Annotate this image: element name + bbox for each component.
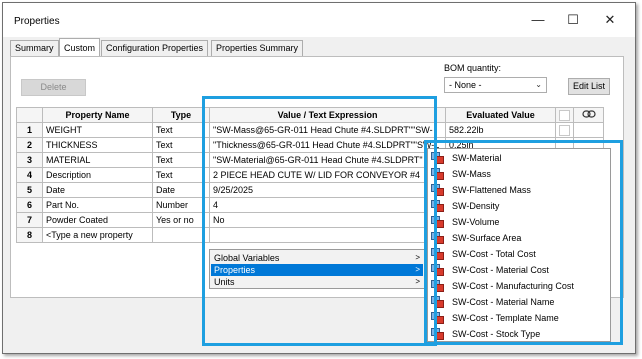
chevron-down-icon: ⌄ [535, 80, 542, 89]
column-header-link[interactable] [573, 107, 604, 123]
delete-button[interactable]: Delete [21, 79, 86, 96]
tab-configuration-properties[interactable]: Configuration Properties [101, 40, 209, 56]
property-name-cell[interactable]: Description [42, 167, 153, 183]
row-number: 3 [16, 152, 43, 168]
type-cell[interactable]: Number [152, 197, 210, 213]
type-cell[interactable]: Date [152, 182, 210, 198]
row-number: 7 [16, 212, 43, 228]
window-title: Properties [14, 16, 60, 27]
corner-cell [16, 107, 43, 123]
column-header-type: Type [152, 107, 210, 123]
type-cell[interactable]: Text [152, 137, 210, 153]
title-bar: Properties — ☐ ✕ [3, 3, 635, 37]
property-name-cell[interactable]: Powder Coated [42, 212, 153, 228]
tab-summary[interactable]: Summary [10, 40, 59, 56]
maximize-button[interactable]: ☐ [558, 9, 588, 31]
row-number: 8 [16, 227, 43, 243]
property-name-cell[interactable]: MATERIAL [42, 152, 153, 168]
tab-properties-summary[interactable]: Properties Summary [211, 40, 304, 56]
close-button[interactable]: ✕ [595, 9, 625, 31]
property-name-cell[interactable]: WEIGHT [42, 122, 153, 138]
property-name-cell[interactable]: THICKNESS [42, 137, 153, 153]
value-column-highlight [202, 96, 437, 346]
bom-quantity-value: - None - [449, 80, 482, 90]
type-cell[interactable]: Text [152, 167, 210, 183]
row-number: 5 [16, 182, 43, 198]
row-number: 6 [16, 197, 43, 213]
property-name-cell[interactable]: Part No. [42, 197, 153, 213]
type-cell[interactable]: Yes or no [152, 212, 210, 228]
checkbox-cell[interactable] [555, 122, 574, 138]
column-header-property-name: Property Name [42, 107, 153, 123]
row-number: 2 [16, 137, 43, 153]
type-cell[interactable] [152, 227, 210, 243]
row-number: 1 [16, 122, 43, 138]
new-property-cell[interactable]: <Type a new property [42, 227, 153, 243]
property-name-cell[interactable]: Date [42, 182, 153, 198]
submenu-highlight [424, 140, 623, 345]
column-header-checkbox[interactable] [555, 107, 574, 123]
select-all-checkbox[interactable] [559, 109, 570, 121]
row-number: 4 [16, 167, 43, 183]
link-cell [573, 122, 604, 138]
type-cell[interactable]: Text [152, 152, 210, 168]
minimize-button[interactable]: — [523, 9, 553, 31]
edit-list-button[interactable]: Edit List [568, 78, 610, 95]
tab-custom[interactable]: Custom [59, 38, 101, 57]
bom-quantity-select[interactable]: - None - ⌄ [444, 77, 547, 93]
bom-quantity-label: BOM quantity: [444, 63, 502, 73]
row-checkbox[interactable] [559, 124, 570, 136]
type-cell[interactable]: Text [152, 122, 210, 138]
evaluated-value-cell: 582.22lb [445, 122, 556, 138]
link-icon[interactable] [581, 110, 596, 118]
column-header-evaluated-value: Evaluated Value [445, 107, 556, 123]
